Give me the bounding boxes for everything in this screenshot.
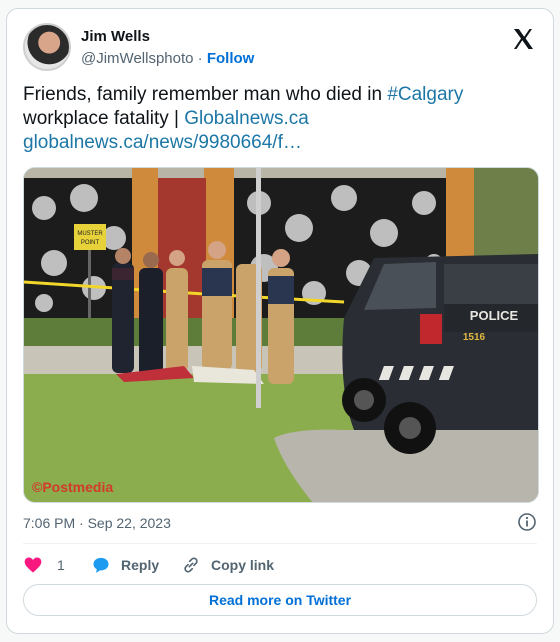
avatar[interactable] [23, 23, 71, 71]
tweet-text: Friends, family remember man who died in… [23, 83, 533, 155]
police-suv: POLICE 1516 [342, 254, 538, 454]
tweet-text-part2: workplace fatality | [23, 108, 185, 129]
copy-link-button[interactable]: Copy link [181, 553, 274, 577]
link-icon [184, 557, 198, 573]
reply-label: Reply [121, 557, 160, 573]
read-more-button[interactable]: Read more on Twitter [23, 584, 537, 616]
author-handle-line: @JimWellsphoto · Follow [81, 50, 254, 67]
tweet-timestamp[interactable]: 7:06 PM · Sep 22, 2023 [23, 515, 171, 531]
tweet-photo[interactable]: MUSTER POINT POLICE 1516 ©Postmedia [23, 167, 539, 503]
photo-watermark: ©Postmedia [32, 479, 113, 495]
vehicle-number-text: 1516 [463, 332, 486, 343]
heart-icon [24, 557, 42, 573]
like-button[interactable]: 1 [23, 553, 65, 577]
divider [23, 543, 537, 544]
reply-button[interactable]: Reply [91, 553, 159, 577]
author-name[interactable]: Jim Wells [81, 28, 150, 45]
info-icon[interactable] [517, 512, 537, 532]
follow-button[interactable]: Follow [207, 50, 255, 67]
tweet-card: Jim Wells @JimWellsphoto · Follow Friend… [6, 8, 554, 634]
copy-link-label: Copy link [211, 557, 275, 573]
svg-text:POINT: POINT [81, 240, 100, 246]
vehicle-police-text: POLICE [470, 308, 519, 323]
tweet-actions: 1 Reply Copy link [23, 553, 423, 577]
photo-scene: MUSTER POINT POLICE 1516 ©Postmedia [24, 168, 538, 502]
article-url-link[interactable]: globalnews.ca/news/9980664/f… [23, 132, 302, 153]
separator: · [197, 50, 203, 67]
source-link[interactable]: Globalnews.ca [184, 108, 309, 129]
tweet-header: Jim Wells @JimWellsphoto · Follow [23, 23, 537, 73]
x-logo-icon[interactable] [511, 27, 535, 51]
hashtag-link[interactable]: #Calgary [387, 84, 463, 105]
like-count: 1 [57, 557, 65, 573]
author-handle[interactable]: @JimWellsphoto [81, 50, 194, 67]
tweet-text-part1: Friends, family remember man who died in [23, 84, 388, 105]
reply-bubble-icon [93, 557, 109, 573]
muster-sign-text: MUSTER [77, 231, 103, 237]
